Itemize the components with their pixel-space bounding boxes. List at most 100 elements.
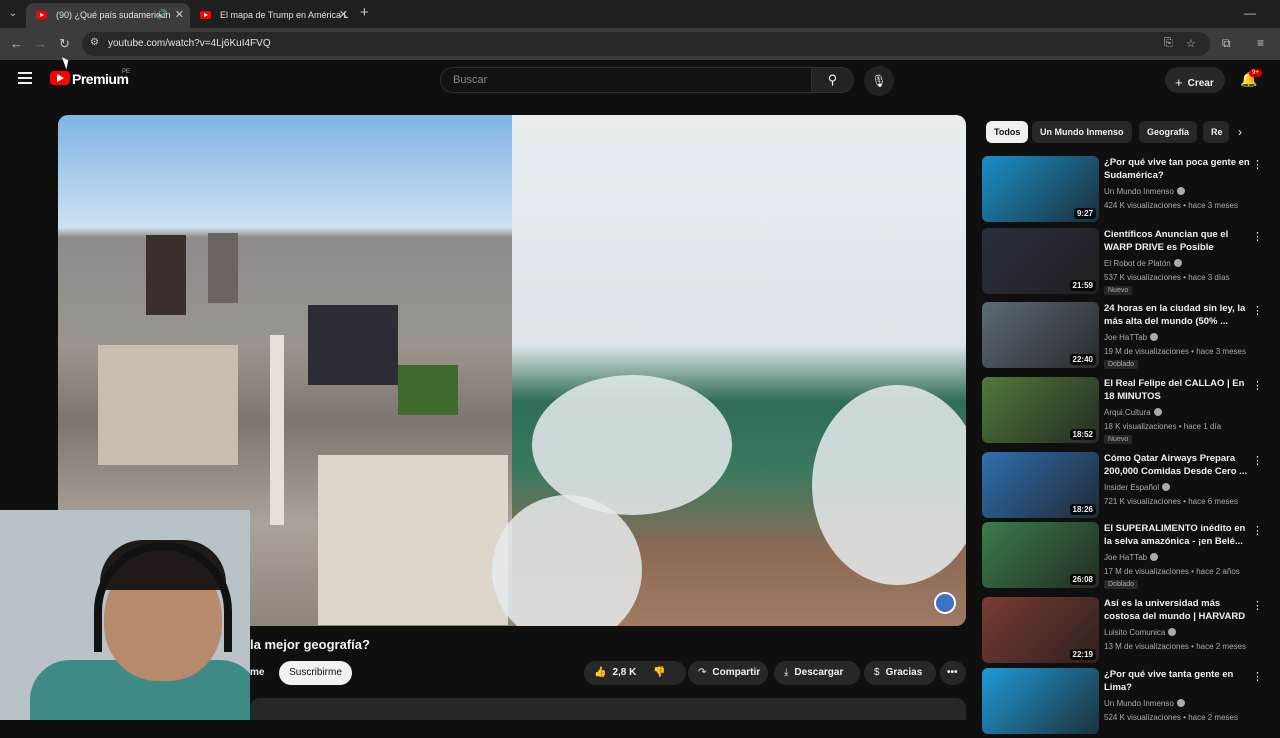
recommendation-tag: Nuevo (1104, 435, 1133, 444)
recommendation-item[interactable]: 9:27 ¿Por qué vive tan poca gente en Sud… (982, 156, 1280, 226)
more-vert-icon[interactable]: ⋮ (1252, 158, 1263, 171)
download-button[interactable]: ⤓ Descargar (774, 661, 860, 685)
minimize-icon[interactable]: — (1244, 6, 1256, 20)
like-count[interactable]: 2,8 K (612, 667, 636, 678)
youtube-header: Premium PE Buscar ⚲ 🎙 + Crear 🔔 9+ (0, 60, 1280, 100)
channel-name[interactable]: me (250, 667, 264, 678)
recommendation-tag: Nuevo (1104, 286, 1133, 295)
thanks-button[interactable]: $ Gracias (864, 661, 936, 685)
verified-icon (1162, 483, 1171, 491)
search-button[interactable]: ⚲ (812, 67, 854, 93)
create-button[interactable]: + Crear (1165, 67, 1225, 93)
recommendation-item[interactable]: 18:52 El Real Felipe del CALLAO | En 18 … (982, 377, 1280, 447)
video-thumbnail[interactable]: 26:08 (982, 522, 1099, 588)
speaker-icon[interactable]: 🔊 (157, 9, 168, 20)
share-label: Compartir (712, 667, 761, 678)
recommendation-channel[interactable]: Arqui.Cultura (1104, 408, 1162, 417)
thumbs-down-icon[interactable]: 👎 (653, 667, 665, 678)
search-placeholder: Buscar (453, 74, 488, 86)
more-actions-button[interactable]: ••• (940, 661, 966, 685)
chip-un-mundo-inmenso[interactable]: Un Mundo Inmenso (1032, 121, 1132, 143)
thumbs-up-icon[interactable]: 👍 (594, 667, 606, 678)
logo-text[interactable]: Premium (72, 71, 129, 87)
video-thumbnail[interactable]: 18:26 (982, 452, 1099, 518)
share-button[interactable]: ↷ Compartir (688, 661, 768, 685)
chevron-right-icon[interactable]: › (1238, 125, 1242, 139)
recommendation-item[interactable]: 18:26 Cómo Qatar Airways Prepara 200,000… (982, 452, 1280, 522)
verified-icon (1150, 333, 1159, 341)
chip-geografia[interactable]: Geografía (1139, 121, 1198, 143)
thanks-icon: $ (874, 667, 880, 678)
recommendation-item[interactable]: ¿Por qué vive tanta gente en Lima? Un Mu… (982, 668, 1280, 738)
chip-todos[interactable]: Todos (986, 121, 1029, 143)
verified-icon (1150, 553, 1159, 561)
youtube-logo-icon[interactable] (50, 71, 70, 85)
recommendation-title[interactable]: ¿Por qué vive tanta gente en Lima? (1104, 668, 1254, 694)
recommendation-title[interactable]: El SUPERALIMENTO inédito en la selva ama… (1104, 522, 1254, 548)
plus-icon: + (1175, 75, 1183, 90)
more-vert-icon[interactable]: ⋮ (1252, 230, 1263, 243)
more-vert-icon[interactable]: ⋮ (1252, 304, 1263, 317)
download-icon: ⤓ (784, 667, 789, 678)
recommendation-channel[interactable]: Un Mundo Inmenso (1104, 187, 1185, 196)
more-vert-icon[interactable]: ⋮ (1252, 670, 1263, 683)
recommendation-item[interactable]: 22:40 24 horas en la ciudad sin ley, la … (982, 302, 1280, 372)
site-info-icon[interactable]: ⚙ (90, 37, 99, 48)
video-thumbnail[interactable]: 22:40 (982, 302, 1099, 368)
youtube-favicon-icon (36, 11, 47, 19)
chip-re[interactable]: Re (1203, 121, 1229, 143)
recommendation-title[interactable]: Cómo Qatar Airways Prepara 200,000 Comid… (1104, 452, 1254, 478)
recommendation-item[interactable]: 22:19 Así es la universidad más costosa … (982, 597, 1280, 667)
video-thumbnail[interactable]: 21:59 (982, 228, 1099, 294)
more-dots-icon: ••• (947, 667, 958, 678)
channel-watermark-icon[interactable] (934, 592, 956, 614)
verified-icon (1173, 259, 1182, 267)
recommendation-channel[interactable]: Luisito Comunica (1104, 628, 1177, 637)
browser-tab[interactable]: El mapa de Trump en América L ✕ (190, 3, 354, 28)
recommendation-meta: 524 K visualizaciones • hace 2 meses (1104, 713, 1238, 722)
recommendation-title[interactable]: Científicos Anuncian que el WARP DRIVE e… (1104, 228, 1254, 254)
recommendation-item[interactable]: 21:59 Científicos Anuncian que el WARP D… (982, 228, 1280, 298)
recommendation-channel[interactable]: Un Mundo Inmenso (1104, 699, 1185, 708)
omnibox[interactable]: ⚙ youtube.com/watch?v=4Lj6KuI4FVQ ⎘ ☆ (82, 32, 1210, 56)
browser-tab-bar: ⌄ (90) ¿Qué país sudamerican 🔊 ✕ El mapa… (0, 0, 1280, 28)
recommendation-meta: 424 K visualizaciones • hace 3 meses (1104, 201, 1238, 210)
like-dislike-group: 👍 2,8 K 👎 (584, 661, 686, 685)
description-box[interactable] (250, 698, 966, 720)
more-vert-icon[interactable]: ⋮ (1252, 524, 1263, 537)
close-tab-icon[interactable]: ✕ (339, 8, 348, 21)
menu-hamburger-icon[interactable] (18, 72, 32, 84)
more-vert-icon[interactable]: ⋮ (1252, 379, 1263, 392)
reading-list-icon[interactable]: ≡ (1257, 36, 1264, 50)
browser-tab[interactable]: (90) ¿Qué país sudamerican 🔊 ✕ (26, 3, 190, 28)
subscribe-button[interactable]: Suscribirme (279, 661, 352, 685)
search-input[interactable]: Buscar (440, 67, 812, 93)
recommendation-title[interactable]: ¿Por qué vive tan poca gente en Sudaméri… (1104, 156, 1254, 182)
recommendation-channel[interactable]: Insider Español (1104, 483, 1171, 492)
forward-icon[interactable]: → (34, 36, 47, 51)
install-app-icon[interactable]: ⎘ (1164, 37, 1173, 50)
video-thumbnail[interactable]: 18:52 (982, 377, 1099, 443)
extensions-icon[interactable]: ⧉ (1222, 36, 1231, 51)
recommendation-channel[interactable]: El Robot de Platón (1104, 259, 1182, 268)
more-vert-icon[interactable]: ⋮ (1252, 599, 1263, 612)
reload-icon[interactable]: ↻ (59, 36, 70, 52)
video-thumbnail[interactable]: 9:27 (982, 156, 1099, 222)
more-vert-icon[interactable]: ⋮ (1252, 454, 1263, 467)
recommendation-channel[interactable]: Joe HaTTab (1104, 553, 1159, 562)
tab-search-icon[interactable]: ⌄ (4, 5, 22, 23)
recommendation-item[interactable]: 26:08 El SUPERALIMENTO inédito en la sel… (982, 522, 1280, 592)
video-duration: 22:40 (1069, 354, 1096, 365)
close-tab-icon[interactable]: ✕ (175, 8, 184, 21)
video-thumbnail[interactable]: 22:19 (982, 597, 1099, 663)
video-thumbnail[interactable] (982, 668, 1099, 734)
back-icon[interactable]: ← (10, 36, 23, 51)
recommendation-title[interactable]: 24 horas en la ciudad sin ley, la más al… (1104, 302, 1254, 328)
recommendation-title[interactable]: Así es la universidad más costosa del mu… (1104, 597, 1254, 623)
video-duration: 26:08 (1069, 574, 1096, 585)
bookmark-star-icon[interactable]: ☆ (1186, 37, 1196, 50)
new-tab-button[interactable]: + (360, 4, 369, 21)
voice-search-button[interactable]: 🎙 (864, 66, 894, 96)
recommendation-title[interactable]: El Real Felipe del CALLAO | En 18 MINUTO… (1104, 377, 1254, 403)
recommendation-channel[interactable]: Joe HaTTab (1104, 333, 1159, 342)
